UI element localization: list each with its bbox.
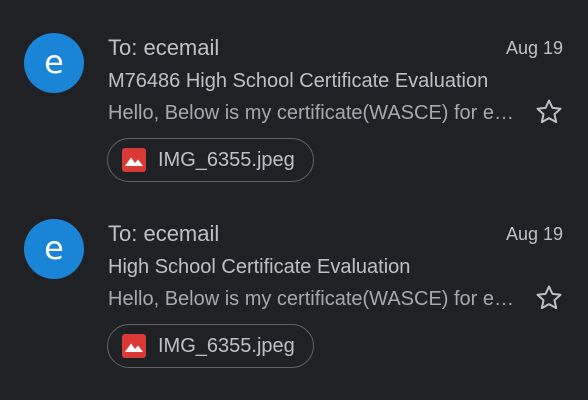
email-row[interactable]: e To: ecemail Aug 19 M76486 High School … xyxy=(0,0,588,186)
star-icon[interactable] xyxy=(534,97,564,127)
image-icon xyxy=(122,334,146,358)
email-recipient: To: ecemail xyxy=(108,35,220,60)
avatar[interactable]: e xyxy=(24,219,84,279)
email-snippet: Hello, Below is my certificate(WASCE) fo… xyxy=(108,102,518,124)
email-snippet: Hello, Below is my certificate(WASCE) fo… xyxy=(108,288,518,310)
attachment-chip[interactable]: IMG_6355.jpeg xyxy=(107,138,314,182)
email-row[interactable]: e To: ecemail Aug 19 High School Certifi… xyxy=(0,186,588,372)
email-recipient: To: ecemail xyxy=(108,221,220,246)
image-icon xyxy=(122,148,146,172)
avatar[interactable]: e xyxy=(24,33,84,93)
email-subject: M76486 High School Certificate Evaluatio… xyxy=(108,70,489,92)
email-subject: High School Certificate Evaluation xyxy=(108,256,411,278)
attachment-filename: IMG_6355.jpeg xyxy=(158,149,295,171)
star-icon[interactable] xyxy=(534,283,564,313)
email-date: Aug 19 xyxy=(505,38,563,58)
attachment-chip[interactable]: IMG_6355.jpeg xyxy=(107,324,314,368)
email-date: Aug 19 xyxy=(505,224,563,244)
attachment-filename: IMG_6355.jpeg xyxy=(158,335,295,357)
email-list: e To: ecemail Aug 19 M76486 High School … xyxy=(0,0,588,400)
